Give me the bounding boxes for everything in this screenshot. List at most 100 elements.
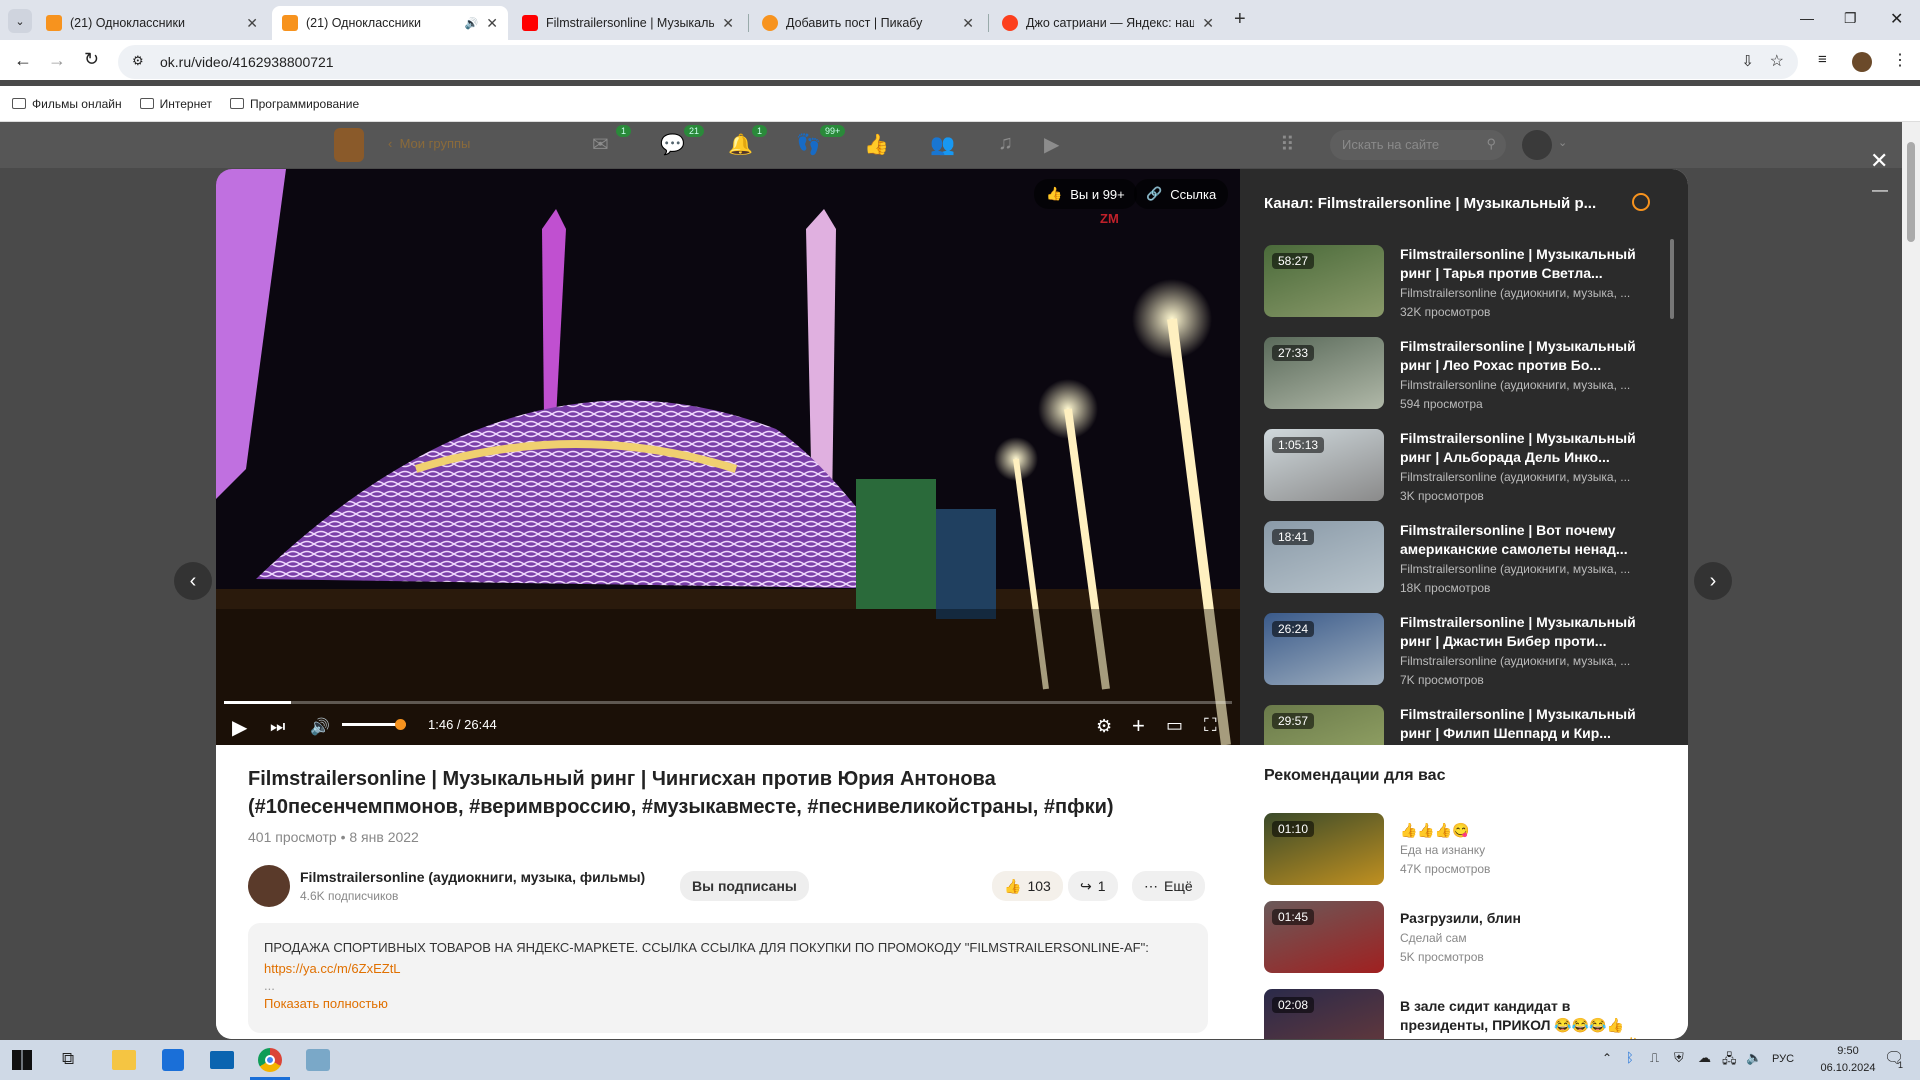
volume-slider[interactable] [342,719,406,730]
music-icon[interactable]: ♫ [998,132,1013,155]
volume-knob[interactable] [394,719,406,730]
channel-video-item[interactable]: 18:41 Filmstrailersonline | Вот почему ам… [1264,521,1684,601]
channel-video-item[interactable]: 1:05:13 Filmstrailersonline | Музыкальный… [1264,429,1684,509]
description-link[interactable]: https://ya.cc/m/6ZxEZtL [264,961,401,976]
video-icon[interactable]: ▶ [1044,132,1059,157]
add-icon[interactable]: + [1132,713,1145,739]
ok-search-input[interactable]: Искать на сайте ⚲ [1330,130,1506,160]
window-close-icon[interactable]: ✕ [1890,9,1903,29]
bookmark-folder-films[interactable]: Фильмы онлайн [12,97,122,111]
messages-icon[interactable]: ✉ [592,132,609,157]
media-control-icon[interactable]: ≡ [1818,51,1827,68]
onedrive-icon[interactable]: ☁ [1698,1050,1711,1066]
channel-avatar[interactable] [248,865,290,907]
file-explorer-icon[interactable] [112,1050,136,1070]
bookmark-folder-programming[interactable]: Программирование [229,97,359,111]
restore-icon[interactable]: ❐ [1844,10,1857,27]
recommendation-title[interactable]: 👍👍👍😋 [1400,821,1660,840]
reload-icon[interactable]: ↻ [84,49,99,70]
subscribed-button[interactable]: Вы подписаны [680,871,809,901]
minimize-modal-icon[interactable]: — [1872,182,1888,200]
clock-date[interactable]: 06.10.2024 [1818,1062,1878,1074]
channel-video-item[interactable]: 26:24 Filmstrailersonline | Музыкальный р… [1264,613,1684,693]
guests-icon[interactable]: 👣 [796,132,821,157]
speaker-icon[interactable]: 🔊 [465,17,479,30]
video-item-title[interactable]: Filmstrailersonline | Музыкальный ринг |… [1400,429,1640,467]
tray-chevron-icon[interactable]: ⌃ [1602,1051,1612,1065]
tab-yandex[interactable]: Джо сатриани — Яндекс: наш ✕ [992,6,1224,40]
close-icon[interactable]: ✕ [722,15,734,32]
recommendation-title[interactable]: Разгрузили, блин [1400,909,1660,928]
channel-video-item[interactable]: 27:33 Filmstrailersonline | Музыкальный р… [1264,337,1684,417]
recommendation-item[interactable]: 02:08 В зале сидит кандидат в президенты,… [1264,989,1684,1039]
miniplayer-icon[interactable]: ▭ [1166,715,1183,736]
mail-icon[interactable] [210,1051,234,1069]
video-player[interactable]: ZM 👍 Вы и 99+ 🔗 Ссылка ▶ ⏭ 🔊 1:46 / 26:44 … [216,169,1240,745]
tab-ok-1[interactable]: (21) Одноклассники ✕ [36,6,268,40]
video-item-title[interactable]: Filmstrailersonline | Музыкальный ринг |… [1400,245,1640,283]
fullscreen-icon[interactable]: ⛶ [1204,715,1217,736]
share-button[interactable]: ↪ 1 [1068,871,1118,901]
channel-name[interactable]: Filmstrailersonline (аудиокниги, музыка,… [300,869,645,885]
channel-video-item[interactable]: 58:27 Filmstrailersonline | Музыкальный р… [1264,245,1684,325]
video-item-title[interactable]: Filmstrailersonline | Вот почему америка… [1400,521,1640,559]
usb-icon[interactable]: ⎍ [1650,1050,1659,1066]
recommendation-title[interactable]: В зале сидит кандидат в президенты, ПРИК… [1400,997,1660,1035]
close-icon[interactable]: ✕ [1202,15,1214,32]
chevron-down-icon[interactable]: ⌄ [1558,136,1567,149]
progress-track[interactable] [224,701,1232,704]
network-icon[interactable]: 🖧 [1722,1050,1737,1072]
new-tab-icon[interactable]: + [1234,8,1246,31]
menu-icon[interactable]: ⋮ [1892,50,1908,70]
close-modal-icon[interactable]: ✕ [1870,148,1888,174]
like-count-button[interactable]: 👍 103 [992,871,1063,901]
apps-grid-icon[interactable]: ⠿ [1280,132,1295,157]
bookmark-folder-internet[interactable]: Интернет [139,97,212,111]
show-more-link[interactable]: Показать полностью [264,993,1192,1014]
clock-time[interactable]: 9:50 [1824,1045,1872,1057]
channel-video-item[interactable]: 29:57 Filmstrailersonline | Музыкальный р… [1264,705,1684,745]
tab-pikabu[interactable]: Добавить пост | Пикабу ✕ [752,6,984,40]
video-item-title[interactable]: Filmstrailersonline | Музыкальный ринг |… [1400,705,1640,743]
tab-youtube[interactable]: Filmstrailersonline | Музыкальн ✕ [512,6,744,40]
chrome-icon[interactable] [258,1048,282,1072]
autoplay-icon[interactable] [1632,193,1650,211]
ok-logo-icon[interactable] [334,128,364,162]
scrollbar-thumb[interactable] [1907,142,1915,242]
language-indicator[interactable]: РУС [1772,1053,1794,1065]
sound-icon[interactable]: 🔈 [1746,1050,1762,1066]
close-icon[interactable]: ✕ [962,15,974,32]
store-icon[interactable] [162,1049,184,1071]
app-icon[interactable] [306,1049,330,1071]
star-icon[interactable]: ☆ [1770,51,1784,71]
search-icon[interactable]: ⚲ [1486,136,1496,152]
video-item-title[interactable]: Filmstrailersonline | Музыкальный ринг |… [1400,613,1640,651]
discussions-icon[interactable]: 💬 [660,132,685,157]
user-avatar[interactable] [1522,130,1552,160]
play-icon[interactable]: ▶ [232,715,247,740]
windows-start-icon[interactable] [12,1050,32,1070]
next-track-icon[interactable]: ⏭ [270,717,285,737]
security-icon[interactable]: ⛨ [1674,1050,1684,1066]
next-video-button[interactable]: › [1694,562,1732,600]
settings-icon[interactable]: ⚙ [1096,716,1112,737]
recommendation-item[interactable]: 01:45 Разгрузили, блин Сделай сам 5K просмо… [1264,901,1684,981]
back-to-groups-link[interactable]: ‹ Мои группы [388,136,470,151]
close-icon[interactable]: ✕ [246,15,258,32]
copy-link-button[interactable]: 🔗 Ссылка [1134,179,1229,209]
task-view-icon[interactable]: ⧉ [62,1049,74,1069]
notifications-icon[interactable]: 🔔 [728,132,753,157]
profile-avatar[interactable] [1852,52,1872,72]
back-icon[interactable]: ← [14,50,32,71]
friends-icon[interactable]: 👥 [930,132,955,157]
site-info-icon[interactable]: ⚙ [132,53,144,69]
minimize-icon[interactable]: — [1800,10,1814,26]
like-icon[interactable]: 👍 [864,132,889,157]
tab-ok-2-active[interactable]: (21) Одноклассники 🔊 ✕ [272,6,508,40]
video-item-title[interactable]: Filmstrailersonline | Музыкальный ринг |… [1400,337,1640,375]
channel-panel-title[interactable]: Канал: Filmstrailersonline | Музыкальный… [1264,195,1624,212]
page-scrollbar[interactable] [1902,122,1920,1040]
more-button[interactable]: ⋯ Ещё [1132,871,1205,901]
bluetooth-icon[interactable]: ᛒ [1626,1050,1634,1065]
volume-icon[interactable]: 🔊 [310,717,330,737]
